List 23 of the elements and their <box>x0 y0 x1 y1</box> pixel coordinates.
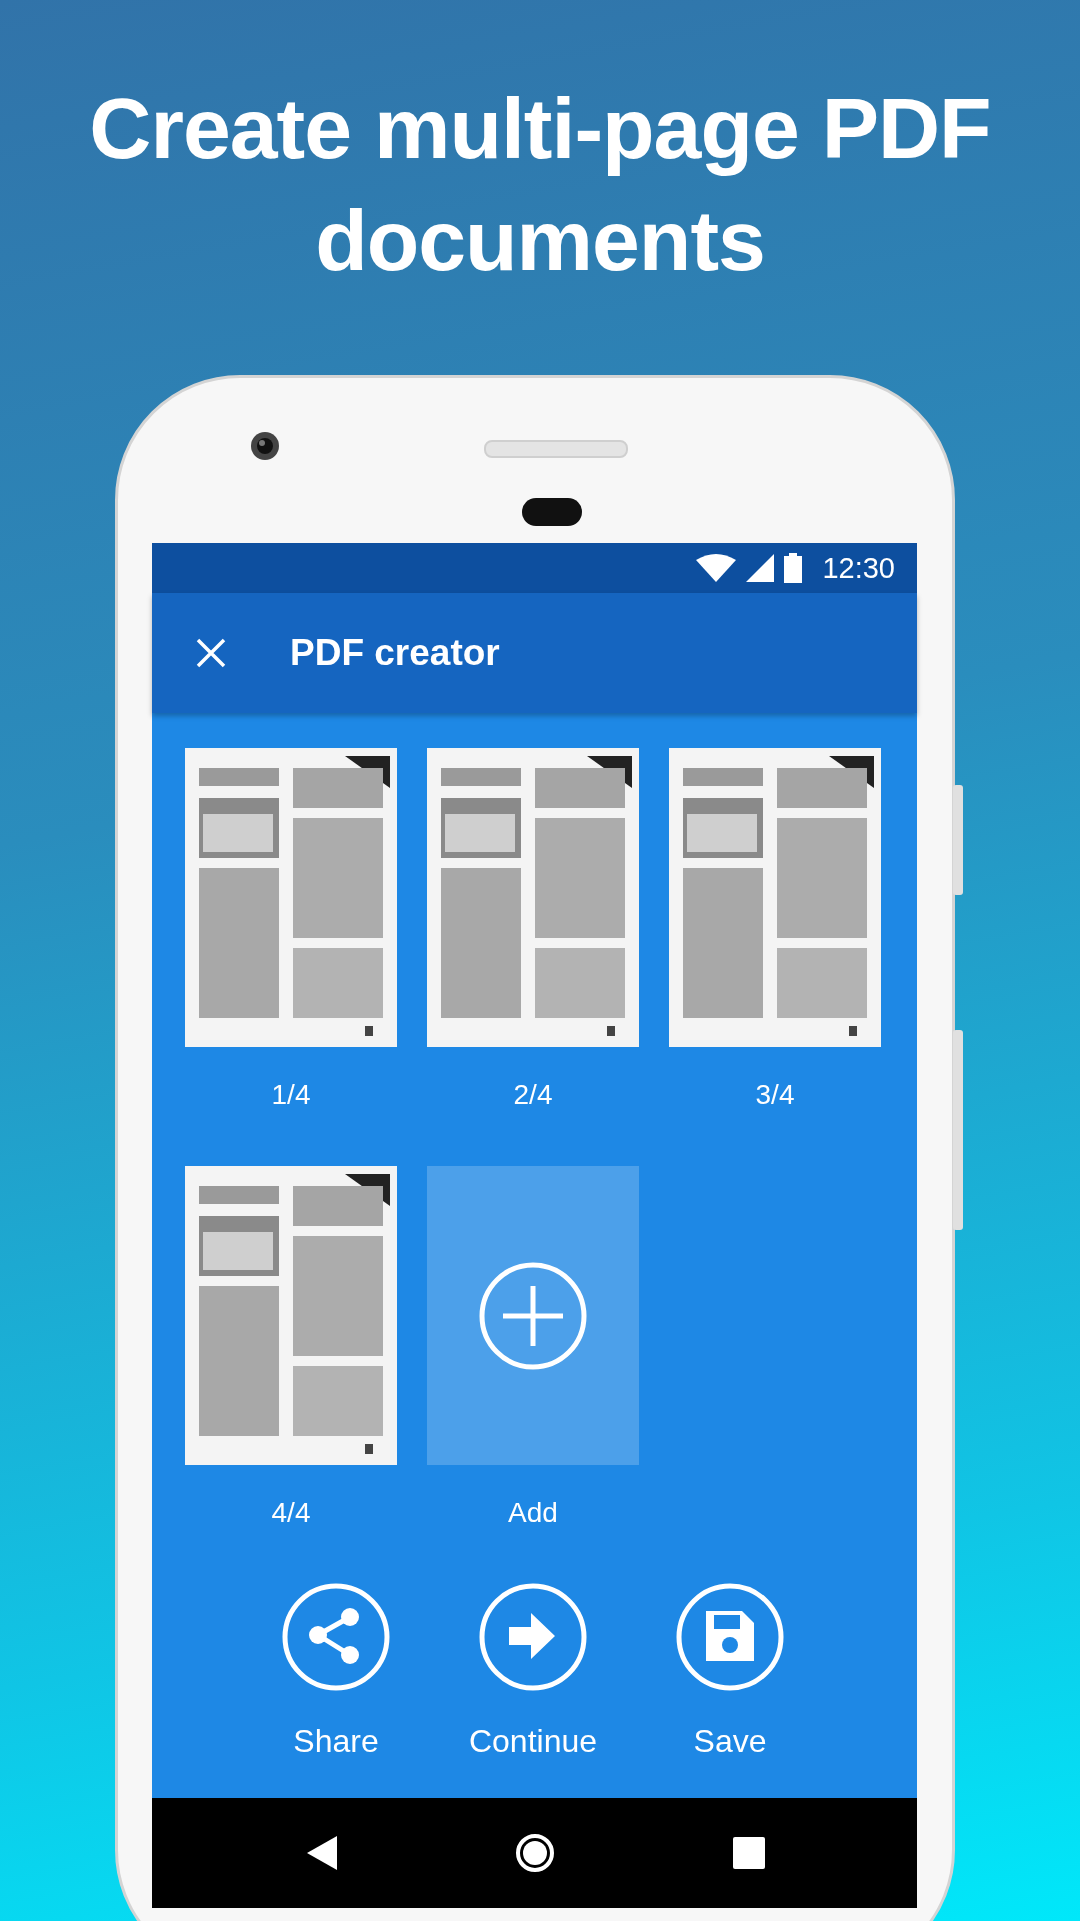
wifi-icon <box>696 554 737 582</box>
back-icon[interactable] <box>307 1836 337 1870</box>
headline: Create multi-page PDF documents <box>88 79 992 290</box>
earpiece <box>522 498 582 526</box>
page-label: 4/4 <box>271 1497 311 1529</box>
page-label: 1/4 <box>271 1079 311 1111</box>
signal-icon <box>746 554 775 582</box>
close-icon[interactable] <box>196 638 226 668</box>
battery-icon <box>784 553 803 583</box>
home-icon[interactable] <box>515 1833 555 1873</box>
add-icon <box>479 1261 587 1370</box>
floppy-disk-icon[interactable] <box>676 1583 784 1691</box>
page-label: 3/4 <box>755 1079 795 1111</box>
action-label: Save <box>693 1723 767 1760</box>
share-icon[interactable] <box>282 1583 390 1691</box>
action-label: Continue <box>468 1723 598 1760</box>
page-label: 2/4 <box>513 1079 553 1111</box>
add-label: Add <box>508 1497 558 1529</box>
add-page-tile[interactable] <box>427 1166 639 1465</box>
app-title: PDF creator <box>290 632 500 674</box>
camera-icon <box>250 431 280 461</box>
action-label: Share <box>293 1723 379 1760</box>
clock: 12:30 <box>822 551 895 585</box>
